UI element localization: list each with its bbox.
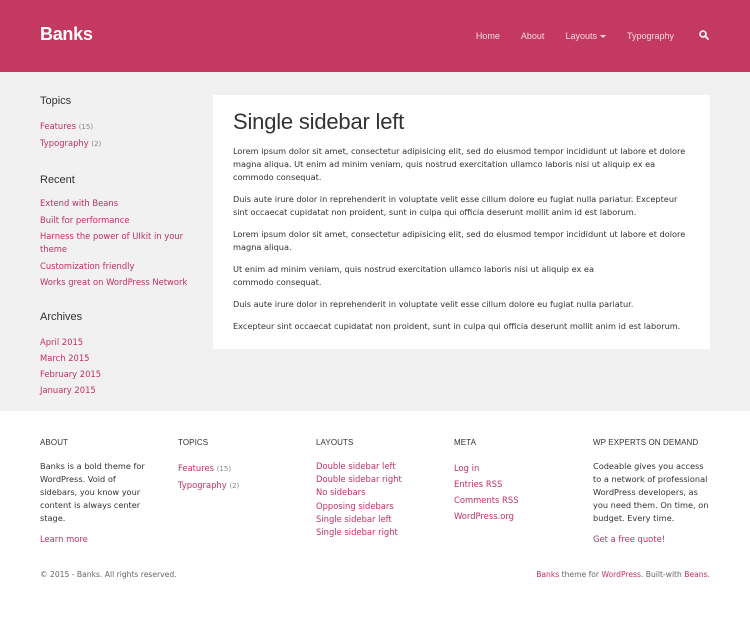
recent-widget: Recent Extend with Beans Built for perfo…: [40, 174, 190, 289]
list-item: Log in: [454, 460, 574, 476]
topics-widget: Topics Features (15) Typography (2): [40, 95, 190, 152]
credits: Banks theme for WordPress. Built-with Be…: [536, 570, 710, 579]
article-paragraph: Excepteur sint occaecat cupidatat non pr…: [233, 321, 681, 331]
credits-text: .: [707, 570, 710, 579]
article-paragraph: Ut enim ad minim veniam, quis nostrud ex…: [233, 264, 594, 287]
list-item: April 2015: [40, 334, 190, 350]
footer-topics-title: Topics: [178, 438, 209, 447]
list-item: Extend with Beans: [40, 197, 190, 210]
nav-layouts-label: Layouts: [565, 30, 597, 41]
recent-post-link[interactable]: Built for performance: [40, 215, 129, 225]
list-item: Single sidebar right: [316, 526, 436, 539]
learn-more-link[interactable]: Learn more: [40, 534, 155, 544]
article-paragraph: Duis aute irure dolor in reprehenderit i…: [233, 194, 678, 217]
footer-layouts-title: Layouts: [316, 438, 354, 447]
layout-link[interactable]: Single sidebar left: [316, 514, 392, 524]
list-item: Typography (2): [40, 135, 190, 152]
layout-link[interactable]: Double sidebar left: [316, 461, 396, 471]
list-item: Harness the power of UIkit in your theme: [40, 230, 190, 256]
list-item: March 2015: [40, 350, 190, 366]
nav-home[interactable]: Home: [476, 31, 500, 41]
archive-link[interactable]: February 2015: [40, 369, 101, 379]
layout-link[interactable]: Double sidebar right: [316, 474, 402, 484]
topic-count: (2): [91, 140, 102, 148]
archive-link[interactable]: March 2015: [40, 353, 90, 363]
list-item: February 2015: [40, 366, 190, 382]
wordpress-link[interactable]: WordPress: [601, 570, 641, 579]
article-paragraph: Lorem ipsum dolor sit amet, consectetur …: [233, 229, 686, 252]
footer-layouts: Layouts Double sidebar left Double sideb…: [316, 438, 436, 539]
comments-rss-link[interactable]: Comments RSS: [454, 495, 519, 505]
layout-link[interactable]: No sidebars: [316, 487, 365, 497]
topic-link[interactable]: Typography: [40, 138, 89, 148]
recent-post-link[interactable]: Extend with Beans: [40, 198, 118, 208]
article-paragraph: Duis aute irure dolor in reprehenderit i…: [233, 299, 634, 309]
credits-text: . Built-with: [640, 570, 685, 579]
footer-topics: Topics Features (15) Typography (2): [178, 438, 298, 494]
topic-count: (15): [78, 123, 94, 131]
list-item: No sidebars: [316, 486, 436, 499]
footer-experts-title: WP Experts on Demand: [593, 438, 699, 447]
credits-text: theme for: [559, 570, 602, 579]
list-item: Entries RSS: [454, 476, 574, 492]
list-item: WordPress.org: [454, 508, 574, 524]
archive-link[interactable]: April 2015: [40, 337, 83, 347]
article-paragraph: Lorem ipsum dolor sit amet, consectetur …: [233, 146, 686, 182]
topic-count: (15): [216, 465, 232, 473]
article: Single sidebar left Lorem ipsum dolor si…: [213, 95, 710, 349]
archives-widget-title: Archives: [40, 311, 83, 323]
recent-post-link[interactable]: Harness the power of UIkit in your theme: [40, 231, 183, 254]
list-item: Customization friendly: [40, 260, 190, 273]
topic-link[interactable]: Typography: [178, 480, 227, 490]
sidebar: Topics Features (15) Typography (2) Rece…: [40, 95, 190, 420]
list-item: Comments RSS: [454, 492, 574, 508]
footer-experts: WP Experts on Demand Codeable gives you …: [593, 438, 711, 544]
archive-link[interactable]: January 2015: [40, 385, 96, 395]
chevron-down-icon: [599, 34, 606, 38]
list-item: Built for performance: [40, 214, 190, 227]
recent-widget-title: Recent: [40, 174, 75, 186]
main-nav: Home About Layouts Typography: [455, 30, 710, 41]
page-title: Single sidebar left: [233, 109, 405, 134]
topic-count: (2): [229, 482, 240, 490]
site-logo[interactable]: Banks: [40, 24, 93, 45]
list-item: Single sidebar left: [316, 513, 436, 526]
footer-meta-title: Meta: [454, 438, 477, 447]
banks-link[interactable]: Banks: [536, 570, 559, 579]
login-link[interactable]: Log in: [454, 463, 479, 473]
layout-link[interactable]: Opposing sidebars: [316, 501, 394, 511]
search-icon[interactable]: [699, 30, 710, 41]
free-quote-link[interactable]: Get a free quote!: [593, 534, 711, 544]
list-item: Features (15): [178, 460, 298, 477]
footer-about-title: About: [40, 438, 69, 447]
list-item: Features (15): [40, 118, 190, 135]
topic-link[interactable]: Features: [40, 121, 76, 131]
nav-about[interactable]: About: [521, 31, 545, 41]
list-item: Double sidebar right: [316, 473, 436, 486]
layout-link[interactable]: Single sidebar right: [316, 527, 398, 537]
topic-link[interactable]: Features: [178, 463, 214, 473]
site-footer: About Banks is a bold theme for WordPres…: [0, 411, 750, 619]
footer-experts-text: Codeable gives you access to a network o…: [593, 461, 709, 523]
recent-post-link[interactable]: Works great on WordPress Network: [40, 277, 187, 287]
wordpress-org-link[interactable]: WordPress.org: [454, 511, 514, 521]
list-item: January 2015: [40, 382, 190, 398]
archives-widget: Archives April 2015 March 2015 February …: [40, 311, 190, 398]
list-item: Double sidebar left: [316, 460, 436, 473]
nav-layouts[interactable]: Layouts: [565, 31, 606, 41]
recent-post-link[interactable]: Customization friendly: [40, 261, 134, 271]
list-item: Typography (2): [178, 477, 298, 494]
topics-widget-title: Topics: [40, 95, 72, 107]
nav-typography[interactable]: Typography: [627, 31, 674, 41]
copyright: © 2015 - Banks. All rights reserved.: [40, 570, 177, 579]
footer-about-text: Banks is a bold theme for WordPress. Voi…: [40, 461, 145, 523]
beans-link[interactable]: Beans: [684, 570, 707, 579]
list-item: Opposing sidebars: [316, 500, 436, 513]
footer-meta: Meta Log in Entries RSS Comments RSS Wor…: [454, 438, 574, 524]
footer-about: About Banks is a bold theme for WordPres…: [40, 438, 155, 544]
site-header: Banks Home About Layouts Typography: [0, 0, 750, 72]
entries-rss-link[interactable]: Entries RSS: [454, 479, 502, 489]
list-item: Works great on WordPress Network: [40, 276, 190, 289]
